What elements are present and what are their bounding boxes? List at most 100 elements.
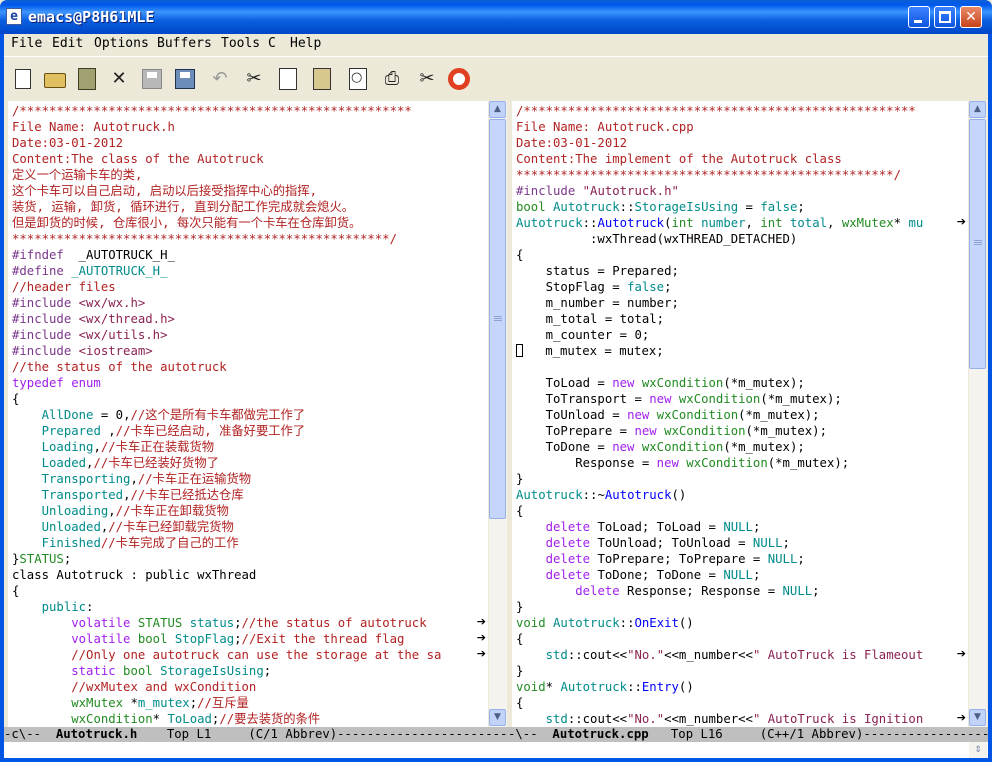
close-icon[interactable]: ✕: [106, 66, 132, 92]
code-token: wxCondition: [678, 456, 768, 470]
code-token: ,: [100, 424, 116, 438]
menu-options[interactable]: Options: [94, 36, 149, 51]
code-line: //wxMutex and wxCondition: [12, 679, 488, 695]
code-line: Content:The class of the Autotruck: [12, 151, 488, 167]
scroll-thumb-left[interactable]: [489, 119, 506, 519]
scroll-up-right-icon[interactable]: ▲: [969, 101, 986, 118]
code-token: new: [612, 376, 635, 390]
code-token: wxCondition: [671, 392, 761, 406]
code-line: 装货, 运输, 卸货, 循环进行, 直到分配工作完成就会熄火。: [12, 199, 488, 215]
minimize-button[interactable]: [908, 6, 930, 28]
code-token: wxMutex: [71, 696, 124, 710]
cut-icon[interactable]: ✂: [241, 66, 267, 92]
code-line: m_number = number;: [516, 295, 968, 311]
mode-line-buffer-name[interactable]: Autotruck.h: [56, 727, 137, 741]
code-token: volatile: [71, 616, 131, 630]
mode-line-left[interactable]: -c\-- Autotruck.h Top L1 (C/1 Abbrev)---…: [4, 727, 508, 742]
code-token: int: [760, 216, 783, 230]
code-token: <<m_number<<: [664, 648, 753, 662]
code-token: File Name: Autotruck.h: [12, 120, 175, 134]
code-line: Transported,//卡车已经抵达仓库: [12, 487, 488, 503]
code-line: :wxThread(wxTHREAD_DETACHED): [516, 231, 968, 247]
code-token: ToPrepare =: [516, 424, 635, 438]
mode-line-prefix: -\--: [508, 727, 553, 741]
code-token: ;: [189, 696, 198, 710]
code-token: ToPrepare; ToPrepare =: [590, 552, 768, 566]
minibuffer[interactable]: [4, 742, 988, 758]
code-area-right[interactable]: /***************************************…: [512, 101, 968, 727]
code-token: false: [627, 280, 665, 294]
code-token: File Name: Autotruck.cpp: [516, 120, 694, 134]
save-as-icon[interactable]: [172, 66, 198, 92]
code-token: //这个是所有卡车都做完工作了: [130, 408, 306, 422]
code-token: m_total = total;: [516, 312, 665, 326]
code-token: "No.": [627, 712, 665, 726]
code-token: StorageIsUsing: [152, 664, 264, 678]
code-token: /***************************************…: [516, 104, 916, 118]
code-token: //卡车正在运输货物: [137, 472, 252, 486]
code-token: #include: [12, 344, 72, 358]
copy-icon[interactable]: [275, 66, 301, 92]
minibuffer-scroll-icon[interactable]: ⇕: [969, 742, 987, 758]
scroll-thumb-right[interactable]: [969, 119, 986, 369]
mode-line-right[interactable]: -\-- Autotruck.cpp Top L16 (C++/1 Abbrev…: [508, 727, 988, 742]
menu-buffers[interactable]: Buffers: [157, 36, 212, 51]
editor-pane-left[interactable]: /***************************************…: [8, 101, 488, 727]
code-token: wxCondition: [656, 424, 746, 438]
code-token: ;: [782, 536, 790, 550]
code-token: Finished: [41, 536, 101, 550]
mode-line-buffer-name[interactable]: Autotruck.cpp: [552, 727, 648, 741]
menu-tools[interactable]: Tools: [221, 36, 260, 51]
code-token: OnExit: [634, 616, 679, 630]
maximize-button[interactable]: [934, 6, 956, 28]
code-area-left[interactable]: /***************************************…: [8, 101, 488, 727]
code-line: Response = new wxCondition(*m_mutex);: [516, 455, 968, 471]
scrollbar-left[interactable]: ▲ ▼: [489, 101, 507, 727]
scroll-down-left-icon[interactable]: ▼: [489, 709, 506, 726]
code-line: Loaded,//卡车已经装好货物了: [12, 455, 488, 471]
print-icon[interactable]: ⎙: [379, 66, 405, 92]
open-folder-icon[interactable]: [42, 66, 68, 92]
code-token: ::: [582, 216, 598, 230]
code-token: ToUnload; ToUnload =: [590, 536, 753, 550]
code-token: wxCondition: [649, 408, 739, 422]
code-token: //卡车已经抵达仓库: [130, 488, 244, 502]
paste-icon[interactable]: [309, 66, 335, 92]
code-token: =: [738, 200, 761, 214]
help-icon[interactable]: [446, 66, 472, 92]
code-token: #define: [12, 264, 64, 278]
code-token: ::cout<<: [567, 712, 628, 726]
code-token: #include: [12, 312, 72, 326]
code-token: STATUS: [19, 552, 64, 566]
undo-icon[interactable]: ↶: [207, 66, 233, 92]
code-line: File Name: Autotruck.h: [12, 119, 488, 135]
code-line: {: [516, 695, 968, 711]
scrollbar-right[interactable]: ▲ ▼: [969, 101, 987, 727]
code-token: bool: [130, 632, 168, 646]
code-line: }: [516, 663, 968, 679]
scroll-up-left-icon[interactable]: ▲: [489, 101, 506, 118]
save-icon[interactable]: [139, 66, 165, 92]
code-token: //header files: [12, 280, 116, 294]
code-token: Response; Response =: [619, 584, 783, 598]
code-token: m_mutex: [137, 696, 190, 710]
new-file-icon[interactable]: [10, 66, 36, 92]
dired-icon[interactable]: [74, 66, 100, 92]
preferences-icon[interactable]: ✂: [414, 66, 440, 92]
code-line: void* Autotruck::Entry(): [516, 679, 968, 695]
menu-file[interactable]: File: [11, 36, 42, 51]
close-window-button[interactable]: ✕: [960, 6, 982, 28]
code-token: " AutoTruck is Ignition: [752, 712, 924, 726]
menu-help[interactable]: Help: [290, 36, 321, 51]
editor-pane-right[interactable]: /***************************************…: [512, 101, 968, 727]
code-token: ,: [827, 216, 842, 230]
code-token: NULL: [767, 552, 798, 566]
code-token: {: [516, 696, 524, 710]
code-token: ToTransport =: [516, 392, 650, 406]
code-token: status = Prepared;: [516, 264, 679, 278]
scroll-down-right-icon[interactable]: ▼: [969, 709, 986, 726]
menu-c[interactable]: C: [268, 36, 276, 51]
code-line: {: [516, 503, 968, 519]
search-icon[interactable]: ○: [345, 66, 371, 92]
menu-edit[interactable]: Edit: [52, 36, 83, 51]
